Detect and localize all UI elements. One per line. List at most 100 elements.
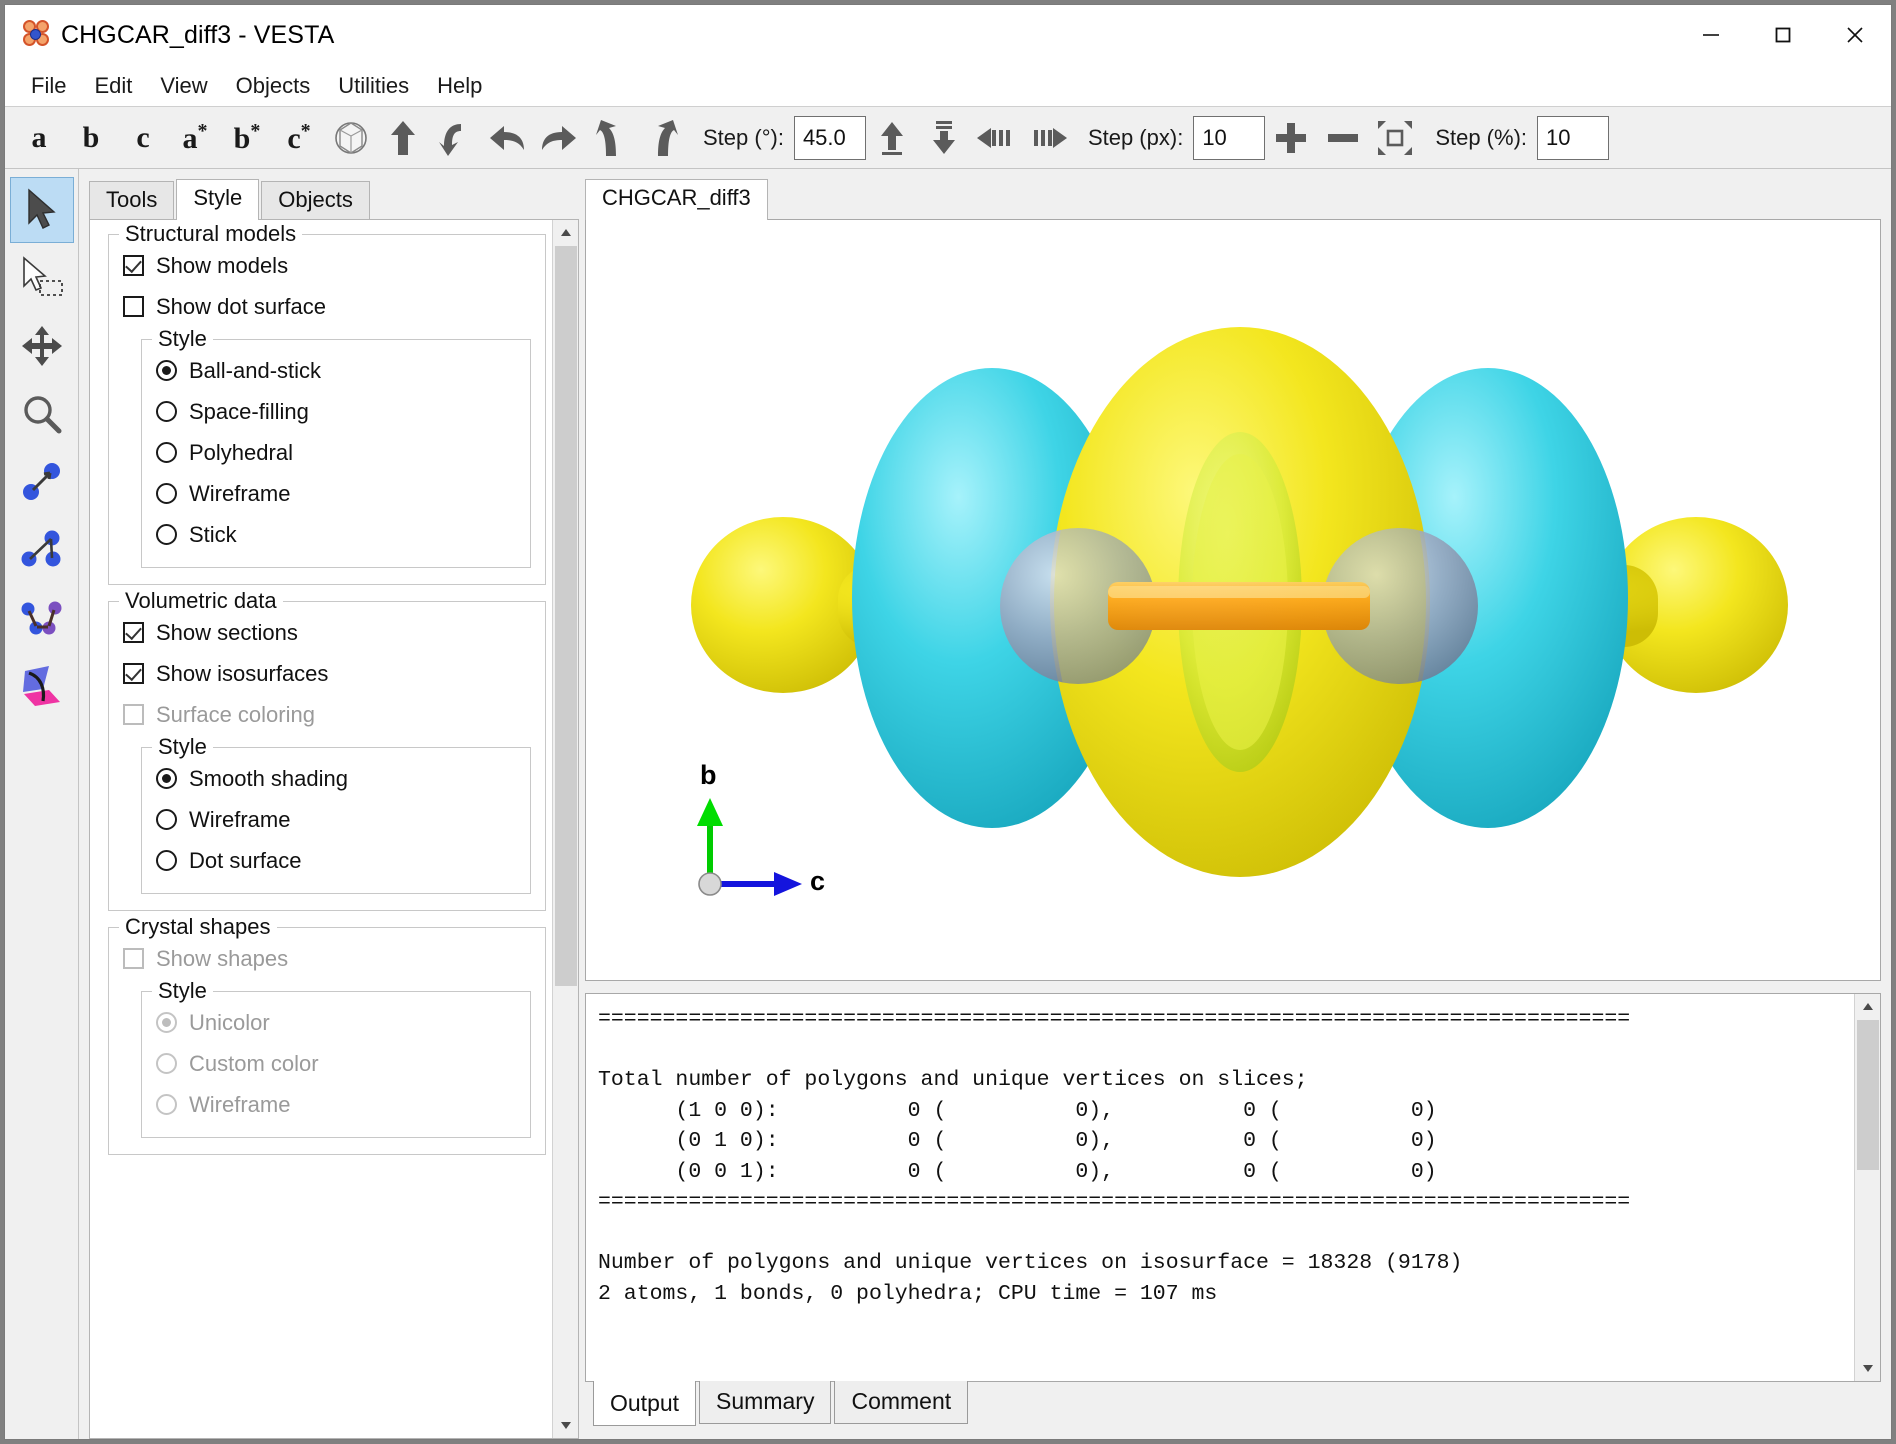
show-models-checkbox-row[interactable]: Show models: [123, 245, 531, 286]
radio-volumetric-wireframe-row[interactable]: Wireframe: [156, 799, 516, 840]
radio-polyhedral[interactable]: [156, 442, 177, 463]
tab-style[interactable]: Style: [176, 179, 260, 220]
radio-model-wireframe[interactable]: [156, 483, 177, 504]
scroll-up-arrow-icon[interactable]: [552, 220, 578, 246]
crystal-shapes-group: Crystal shapes Show shapes Style Unicolo…: [108, 914, 546, 1155]
zoom-in-plus-icon[interactable]: [1265, 112, 1317, 164]
radio-volumetric-wireframe[interactable]: [156, 809, 177, 830]
output-scrollbar-track[interactable]: [1854, 1020, 1880, 1355]
redo-rotate-right-icon[interactable]: [533, 112, 585, 164]
radio-model-wireframe-row[interactable]: Wireframe: [156, 473, 516, 514]
fit-to-window-icon[interactable]: [1369, 112, 1421, 164]
tab-objects[interactable]: Objects: [261, 181, 370, 219]
distance-tool[interactable]: [10, 449, 74, 515]
radio-stick[interactable]: [156, 524, 177, 545]
tab-summary[interactable]: Summary: [699, 1381, 832, 1424]
menu-view[interactable]: View: [146, 69, 221, 103]
output-text: ========================================…: [598, 1007, 1631, 1306]
angle-tool[interactable]: [10, 517, 74, 583]
pan-tool[interactable]: [10, 313, 74, 379]
scrollbar-thumb[interactable]: [554, 246, 577, 986]
move-left-icon[interactable]: [970, 112, 1022, 164]
close-button[interactable]: [1819, 5, 1891, 65]
menu-edit[interactable]: Edit: [80, 69, 146, 103]
radio-space-filling-row[interactable]: Space-filling: [156, 391, 516, 432]
radio-dot-surface[interactable]: [156, 850, 177, 871]
select-tool[interactable]: [9, 177, 74, 243]
step-degrees-input[interactable]: 45.0: [793, 115, 866, 160]
tab-output[interactable]: Output: [593, 1381, 697, 1426]
output-scroll-up-arrow-icon[interactable]: [1854, 994, 1880, 1020]
show-shapes-checkbox: [123, 948, 144, 969]
show-sections-checkbox-row[interactable]: Show sections: [123, 612, 531, 653]
style-panel-scrollbar[interactable]: [552, 220, 578, 1438]
tab-comment[interactable]: Comment: [834, 1381, 969, 1424]
structural-models-group: Structural models Show models Show dot s…: [108, 221, 546, 585]
radio-smooth-shading-row[interactable]: Smooth shading: [156, 758, 516, 799]
view-along-c-star-button[interactable]: c*: [273, 112, 325, 164]
show-dot-surface-checkbox-row[interactable]: Show dot surface: [123, 286, 531, 327]
vesta-window: CHGCAR_diff3 - VESTA File Edit View Obje…: [4, 4, 1892, 1440]
view-along-c-button[interactable]: c: [117, 112, 169, 164]
radio-space-filling[interactable]: [156, 401, 177, 422]
rotate-up-curved-icon[interactable]: [585, 112, 637, 164]
menu-utilities[interactable]: Utilities: [324, 69, 423, 103]
radio-smooth-shading[interactable]: [156, 768, 177, 789]
undo-rotate-left-icon[interactable]: [481, 112, 533, 164]
crystal-shapes-style-legend: Style: [152, 978, 213, 1004]
show-sections-label: Show sections: [156, 619, 298, 645]
radio-dot-surface-row[interactable]: Dot surface: [156, 840, 516, 881]
show-isosurfaces-checkbox-row[interactable]: Show isosurfaces: [123, 653, 531, 694]
radio-stick-row[interactable]: Stick: [156, 514, 516, 555]
view-along-b-button[interactable]: b: [65, 112, 117, 164]
radio-unicolor-row: Unicolor: [156, 1002, 516, 1043]
radio-ball-and-stick-row[interactable]: Ball-and-stick: [156, 350, 516, 391]
zoom-tool[interactable]: [10, 381, 74, 447]
right-column: CHGCAR_diff3 b c =======================…: [579, 169, 1891, 1439]
move-down-icon[interactable]: [918, 112, 970, 164]
3d-viewport[interactable]: b c: [585, 219, 1881, 981]
output-scroll-down-arrow-icon[interactable]: [1854, 1355, 1880, 1381]
show-dot-surface-checkbox[interactable]: [123, 296, 144, 317]
minimize-button[interactable]: [1675, 5, 1747, 65]
view-along-a-star-button[interactable]: a*: [169, 112, 221, 164]
view-along-b-star-button[interactable]: b*: [221, 112, 273, 164]
rotate-up-icon[interactable]: [377, 112, 429, 164]
menu-help[interactable]: Help: [423, 69, 496, 103]
maximize-button[interactable]: [1747, 5, 1819, 65]
zoom-out-minus-icon[interactable]: [1317, 112, 1369, 164]
rotate-ccw-icon[interactable]: [429, 112, 481, 164]
move-up-icon[interactable]: [866, 112, 918, 164]
window-controls: [1675, 5, 1891, 65]
radio-unicolor-label: Unicolor: [189, 1009, 270, 1035]
show-shapes-checkbox-row: Show shapes: [123, 938, 531, 979]
show-isosurfaces-checkbox[interactable]: [123, 663, 144, 684]
tab-tools[interactable]: Tools: [89, 181, 175, 219]
viewport-tabs: CHGCAR_diff3: [585, 175, 1881, 220]
show-sections-checkbox[interactable]: [123, 622, 144, 643]
menu-file[interactable]: File: [17, 69, 80, 103]
move-right-icon[interactable]: [1022, 112, 1074, 164]
radio-ball-and-stick[interactable]: [156, 360, 177, 381]
radio-smooth-shading-label: Smooth shading: [189, 765, 348, 791]
tab-chgcar-diff3[interactable]: CHGCAR_diff3: [585, 179, 768, 220]
menu-objects[interactable]: Objects: [222, 69, 325, 103]
output-tabs: Output Summary Comment: [585, 1381, 1881, 1431]
crystal-polyhedron-icon[interactable]: [325, 112, 377, 164]
scroll-down-arrow-icon[interactable]: [552, 1412, 578, 1438]
show-models-checkbox[interactable]: [123, 255, 144, 276]
radio-polyhedral-row[interactable]: Polyhedral: [156, 432, 516, 473]
axis-label-c: c: [810, 866, 826, 896]
output-scrollbar-thumb[interactable]: [1856, 1020, 1879, 1170]
rectangle-select-tool[interactable]: [10, 245, 74, 311]
step-percent-input[interactable]: 10: [1537, 115, 1610, 160]
radio-shapes-wireframe: [156, 1094, 177, 1115]
radio-shapes-wireframe-row: Wireframe: [156, 1084, 516, 1125]
torsion-tool[interactable]: [10, 585, 74, 651]
view-along-a-button[interactable]: a: [13, 112, 65, 164]
rotate-up-curved-alt-icon[interactable]: [637, 112, 689, 164]
step-pixels-input[interactable]: 10: [1193, 115, 1266, 160]
scrollbar-track[interactable]: [552, 246, 578, 1412]
plane-tool[interactable]: [10, 653, 74, 719]
output-scrollbar[interactable]: [1854, 994, 1880, 1381]
